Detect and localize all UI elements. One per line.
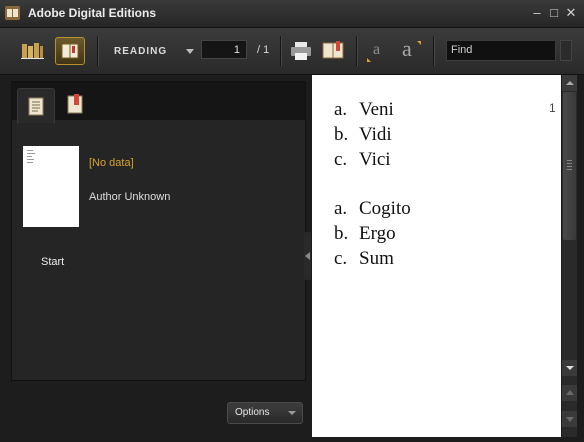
reading-view-button[interactable]	[55, 37, 85, 65]
library-view-button[interactable]	[17, 37, 47, 65]
bookmark-button[interactable]	[318, 37, 348, 65]
list-marker: b.	[334, 223, 349, 244]
view-mode-label: READING	[114, 46, 168, 57]
bookmark-book-icon	[322, 41, 344, 59]
page-number-input[interactable]: 1	[201, 40, 247, 59]
page-number: 1	[549, 101, 556, 115]
options-label: Options	[235, 407, 270, 418]
page-up-icon	[566, 390, 574, 395]
list-item-text: Veni	[359, 99, 394, 120]
maximize-icon[interactable]: □	[547, 6, 561, 20]
scroll-up-button[interactable]	[562, 75, 577, 91]
toolbar-divider	[97, 36, 99, 66]
vertical-scrollbar[interactable]	[562, 75, 577, 437]
minimize-icon[interactable]: –	[530, 6, 544, 20]
scroll-down-button[interactable]	[562, 360, 577, 376]
view-mode-dropdown-icon[interactable]	[186, 49, 194, 54]
font-corner-marker	[417, 41, 421, 45]
close-icon[interactable]: ✕	[564, 6, 578, 20]
arrow-down-icon	[566, 366, 574, 370]
list-item-text: Ergo	[359, 223, 396, 244]
chevron-down-icon	[288, 411, 296, 415]
sidebar-tab-bar	[12, 82, 305, 123]
next-page-button[interactable]	[562, 411, 577, 427]
toolbar-divider	[280, 36, 282, 66]
toolbar-divider	[433, 36, 435, 66]
window-title: Adobe Digital Editions	[28, 6, 156, 20]
list-item: c. Vici	[334, 147, 394, 172]
toolbar: READING 1 / 1 a a Find	[0, 28, 584, 75]
list-item: a. Cogito	[334, 196, 411, 221]
table-of-contents-icon	[28, 97, 44, 116]
print-button[interactable]	[286, 37, 316, 65]
large-font-icon: a	[402, 36, 412, 61]
list-item: b. Vidi	[334, 122, 394, 147]
ordered-list: a. Veni b. Vidi c. Vici	[334, 97, 394, 172]
small-font-icon: a	[373, 41, 381, 58]
list-marker: a.	[334, 99, 348, 120]
book-author: Author Unknown	[89, 191, 171, 203]
panel-splitter-handle[interactable]	[304, 232, 311, 280]
title-bar: Adobe Digital Editions – □ ✕	[0, 0, 584, 28]
list-item: c. Sum	[334, 246, 411, 271]
list-marker: c.	[334, 149, 348, 170]
list-item-text: Cogito	[359, 198, 411, 219]
find-input[interactable]: Find	[446, 40, 556, 61]
decrease-font-button[interactable]: a	[363, 37, 393, 65]
list-marker: c.	[334, 248, 348, 269]
options-button[interactable]: Options	[227, 402, 303, 424]
previous-page-button[interactable]	[562, 385, 577, 401]
collapse-arrow-icon	[305, 252, 310, 260]
list-item-text: Vici	[359, 149, 391, 170]
list-item: a. Veni	[334, 97, 394, 122]
tab-contents[interactable]	[17, 88, 55, 123]
book-cover-thumbnail	[23, 146, 79, 227]
tab-bookmarks[interactable]	[57, 88, 93, 122]
list-item-text: Vidi	[359, 124, 392, 145]
printer-icon	[291, 42, 311, 60]
page-down-icon	[566, 417, 574, 422]
navigation-panel: [No data] Author Unknown Start	[11, 81, 306, 381]
ordered-list: a. Cogito b. Ergo c. Sum	[334, 196, 411, 271]
page-total-label: / 1	[257, 44, 270, 56]
toc-item-start[interactable]: Start	[41, 256, 64, 268]
book-title: [No data]	[89, 157, 134, 169]
app-window: Adobe Digital Editions – □ ✕ READING 1 /…	[0, 0, 584, 442]
list-marker: a.	[334, 198, 348, 219]
open-book-icon	[61, 43, 79, 59]
arrow-up-icon	[566, 81, 574, 85]
list-item: b. Ergo	[334, 221, 411, 246]
list-marker: b.	[334, 124, 349, 145]
app-book-icon	[5, 6, 20, 20]
increase-font-button[interactable]: a	[395, 36, 425, 65]
toolbar-divider	[356, 36, 358, 66]
list-item-text: Sum	[359, 248, 394, 269]
scrollbar-thumb[interactable]	[563, 92, 576, 240]
library-icon	[21, 43, 44, 59]
bookmarks-icon	[67, 94, 83, 114]
sidebar: [No data] Author Unknown Start	[0, 75, 311, 442]
font-corner-marker	[367, 58, 371, 62]
document-page: 1 a. Veni b. Vidi c. Vici a. Cogito b. Ergo c…	[312, 75, 561, 437]
find-options-button[interactable]	[560, 40, 572, 61]
